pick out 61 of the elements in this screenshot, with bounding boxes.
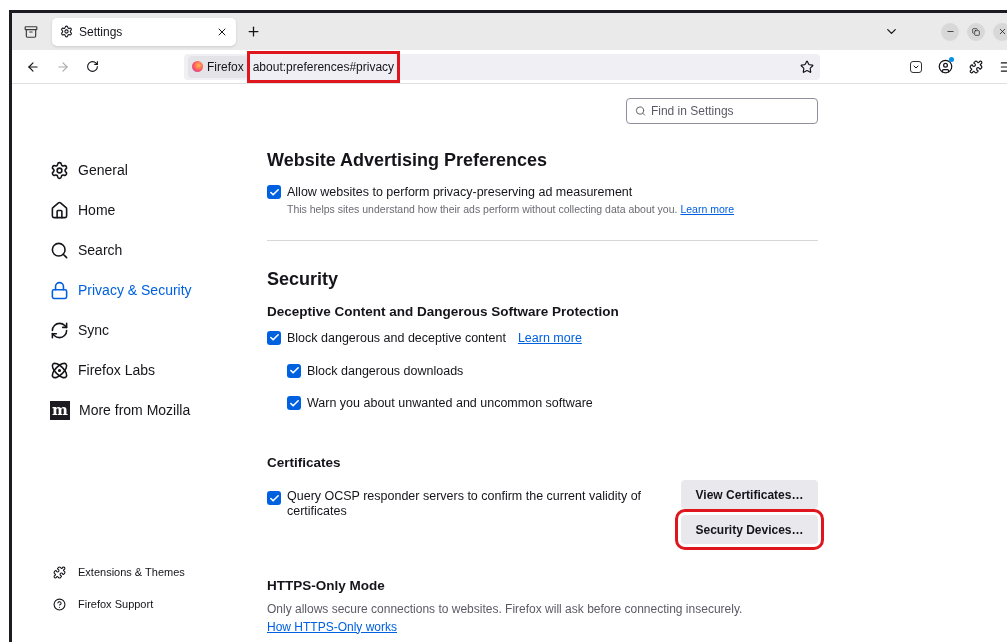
back-icon[interactable] — [26, 59, 40, 74]
close-icon — [997, 27, 1007, 36]
sidebar-item[interactable]: Privacy & Security — [50, 270, 267, 310]
subsection-heading: HTTPS-Only Mode — [267, 577, 386, 596]
checkbox[interactable] — [287, 396, 301, 411]
address-bar[interactable]: Firefox about:preferences#privacy — [184, 53, 820, 80]
learn-more-link[interactable]: Learn more — [517, 328, 582, 348]
checkbox[interactable] — [267, 491, 281, 506]
checkbox-label[interactable]: Allow websites to perform privacy-preserving ad measurement — [287, 183, 735, 202]
extensions-icon[interactable] — [969, 59, 983, 74]
sidebar-item[interactable]: General — [50, 150, 267, 190]
checkbox[interactable] — [267, 185, 281, 199]
sidebar-footer-link[interactable]: Firefox Support — [50, 588, 267, 620]
restore-icon — [972, 27, 980, 36]
sidebar-item[interactable]: Sync — [50, 310, 267, 350]
sidebar-item[interactable]: Firefox Labs — [50, 350, 267, 390]
subsection-heading: Deceptive Content and Dangerous Software Protection — [267, 302, 620, 321]
mozilla-logo: m — [50, 400, 70, 420]
lock-icon — [50, 280, 69, 300]
section-heading: Security — [267, 267, 340, 291]
gear-icon — [50, 160, 69, 180]
checkbox-label[interactable]: Block dangerous and deceptive content — [287, 328, 506, 348]
url-text[interactable]: about:preferences#privacy — [249, 53, 398, 80]
atom-icon — [50, 360, 69, 380]
sidebar-item[interactable]: Search — [50, 230, 267, 270]
identity-box[interactable]: Firefox — [188, 55, 248, 78]
search-icon — [50, 240, 69, 260]
learn-more-link[interactable]: Learn more — [680, 202, 735, 215]
description-text: This helps sites understand how their ads perform without collecting data about you. — [287, 202, 678, 215]
search-field[interactable]: Find in Settings — [626, 98, 818, 124]
puzzle-icon — [53, 565, 66, 579]
sync-icon — [50, 320, 69, 340]
restore-button[interactable] — [967, 22, 985, 41]
how-it-works-link[interactable]: How HTTPS-Only works — [267, 617, 397, 636]
tab-title: Settings — [79, 23, 124, 41]
search-input[interactable]: Find in Settings — [650, 102, 809, 120]
search-icon — [635, 105, 646, 117]
checkbox[interactable] — [287, 363, 301, 378]
help-icon — [53, 597, 66, 611]
description-text: Only allows secure connections to websites. Firefox will ask before connecting insecurely. — [267, 600, 744, 618]
sidebar-item[interactable]: m More from Mozilla — [50, 390, 267, 430]
checkbox-label[interactable]: Query OCSP responder servers to confirm the current validity of certificates — [287, 489, 657, 520]
subsection-heading: Certificates — [267, 454, 342, 472]
account-icon[interactable] — [938, 59, 953, 74]
pocket-icon[interactable] — [910, 60, 922, 73]
browser-tab[interactable]: Settings — [52, 17, 236, 46]
home-icon — [50, 200, 69, 220]
sidebar-item[interactable]: Home — [50, 190, 267, 230]
section-heading: Website Advertising Preferences — [267, 149, 549, 172]
close-window-button[interactable] — [993, 22, 1007, 41]
gear-icon — [60, 25, 73, 38]
bookmark-star-icon[interactable] — [800, 59, 814, 74]
firefox-logo-icon — [192, 61, 203, 72]
tab-list-icon[interactable] — [24, 24, 38, 39]
dialog-button[interactable]: View Certificates… — [681, 480, 818, 510]
checkbox[interactable] — [267, 330, 281, 345]
checkbox-label[interactable]: Warn you about unwanted and uncommon software — [307, 394, 593, 413]
checkbox-label[interactable]: Block dangerous downloads — [307, 361, 464, 381]
reload-icon[interactable] — [86, 60, 99, 73]
new-tab-icon[interactable] — [246, 24, 261, 39]
sidebar-footer-link[interactable]: Extensions & Themes — [50, 556, 267, 588]
